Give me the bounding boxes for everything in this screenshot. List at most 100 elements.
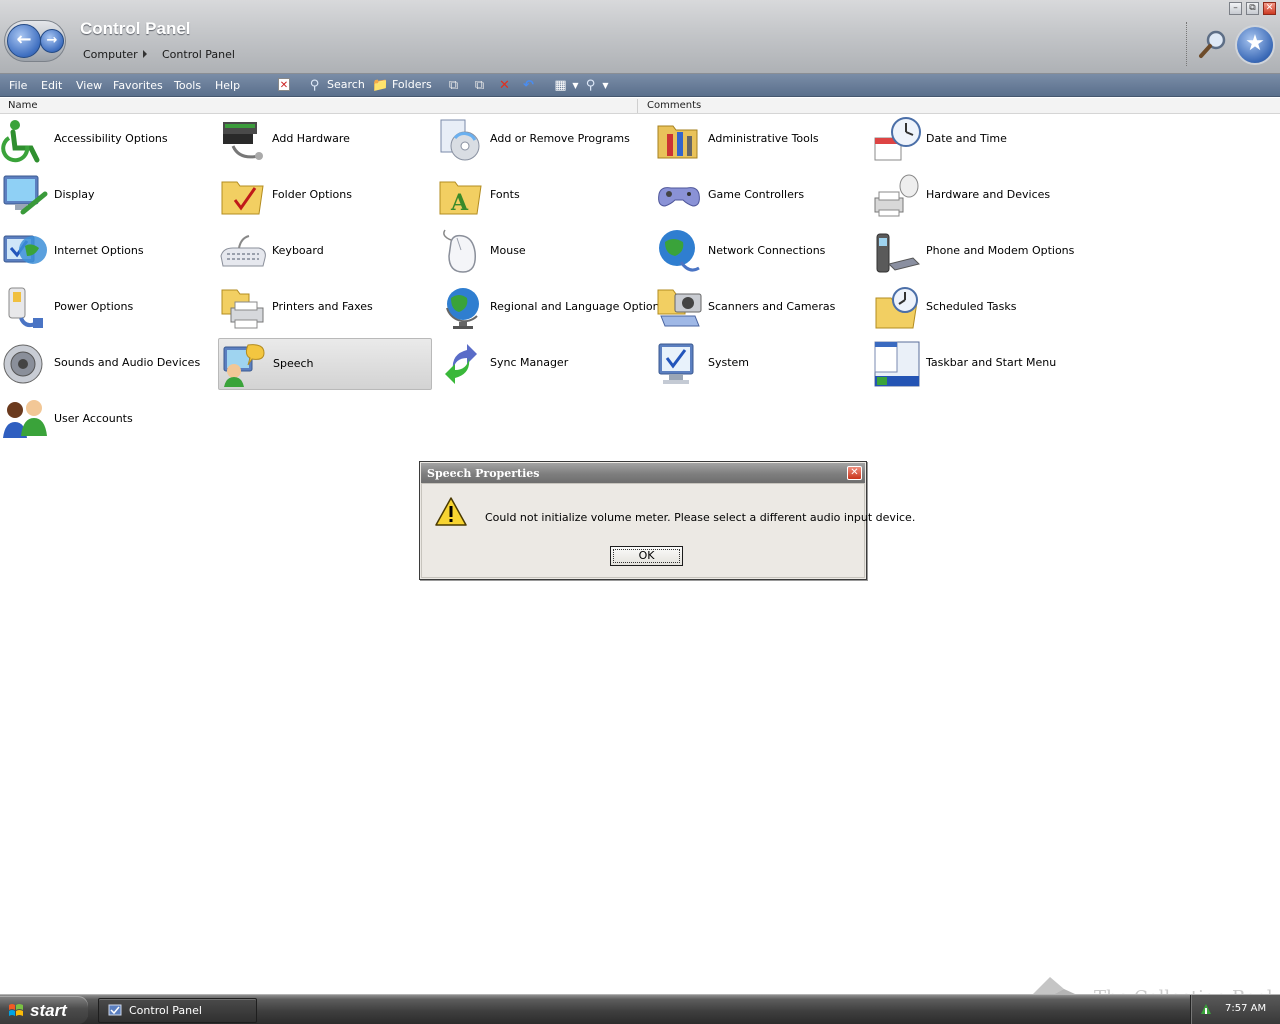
item-user-accounts[interactable]: User Accounts xyxy=(0,394,214,446)
tray-app-icon[interactable] xyxy=(1199,1002,1213,1016)
item-hardware-and-devices[interactable]: Hardware and Devices xyxy=(872,170,1086,222)
views-icon[interactable]: ▦ xyxy=(553,78,568,93)
control-panel-items: Accessibility Options Add Hardware Add o… xyxy=(0,114,1100,454)
item-fonts[interactable]: A Fonts xyxy=(436,170,650,222)
item-label: Regional and Language Options xyxy=(490,300,666,313)
item-network-connections[interactable]: Network Connections xyxy=(654,226,868,278)
menu-help[interactable]: Help xyxy=(215,79,240,92)
stop-icon[interactable]: ✕ xyxy=(278,78,290,91)
item-scanners-and-cameras[interactable]: Scanners and Cameras xyxy=(654,282,868,334)
column-name-header[interactable]: Name xyxy=(8,100,38,111)
scheduled-tasks-icon xyxy=(875,287,918,329)
favorites-star-icon[interactable]: ★ xyxy=(1235,25,1275,65)
breadcrumb-computer[interactable]: Computer xyxy=(83,48,138,61)
item-label: Sync Manager xyxy=(490,356,569,369)
item-system[interactable]: System xyxy=(654,338,868,390)
add-remove-programs-icon xyxy=(440,119,480,161)
item-internet-options[interactable]: Internet Options xyxy=(0,226,214,278)
item-phone-and-modem[interactable]: Phone and Modem Options xyxy=(872,226,1086,278)
internet-options-icon xyxy=(3,235,47,264)
menu-tools[interactable]: Tools xyxy=(174,79,201,92)
item-speech[interactable]: Speech xyxy=(218,338,432,390)
item-printers-and-faxes[interactable]: Printers and Faxes xyxy=(218,282,432,334)
item-label: Network Connections xyxy=(708,244,826,257)
dialog-close-button[interactable]: ✕ xyxy=(847,466,862,480)
item-label: Display xyxy=(54,188,95,201)
item-sounds-and-audio[interactable]: Sounds and Audio Devices xyxy=(0,338,214,390)
dialog-title: Speech Properties xyxy=(427,467,540,480)
item-mouse[interactable]: Mouse xyxy=(436,226,650,278)
views-dropdown-icon[interactable]: ▼ xyxy=(568,78,583,93)
restore-button[interactable]: ⧉ xyxy=(1246,2,1259,15)
item-add-hardware[interactable]: Add Hardware xyxy=(218,114,432,166)
item-label: Administrative Tools xyxy=(708,132,819,145)
column-comments-header[interactable]: Comments xyxy=(647,100,701,111)
item-date-and-time[interactable]: Date and Time xyxy=(872,114,1086,166)
game-controller-icon xyxy=(658,187,700,207)
menu-view[interactable]: View xyxy=(76,79,102,92)
undo-icon[interactable]: ↶ xyxy=(521,78,536,93)
accessibility-icon xyxy=(1,120,40,163)
item-taskbar-and-start-menu[interactable]: Taskbar and Start Menu xyxy=(872,338,1086,390)
breadcrumb-control-panel[interactable]: Control Panel xyxy=(162,48,235,61)
power-icon xyxy=(8,287,43,328)
header-divider xyxy=(1186,22,1187,66)
toolbar-folders-button[interactable]: Folders xyxy=(392,78,432,91)
item-game-controllers[interactable]: Game Controllers xyxy=(654,170,868,222)
keyboard-icon xyxy=(220,235,266,267)
item-label: Add or Remove Programs xyxy=(490,132,630,145)
item-label: Taskbar and Start Menu xyxy=(926,356,1057,369)
column-divider[interactable] xyxy=(637,99,638,113)
printer-icon xyxy=(221,289,264,329)
ok-button[interactable]: OK xyxy=(610,546,683,566)
item-label: Keyboard xyxy=(272,244,324,257)
folders-icon[interactable]: 📁 xyxy=(372,78,388,93)
minimize-button[interactable]: – xyxy=(1229,2,1242,15)
menu-bar: File Edit View Favorites Tools Help ✕ ⚲ … xyxy=(0,74,1280,97)
menu-file[interactable]: File xyxy=(9,79,27,92)
hardware-devices-icon xyxy=(874,174,919,217)
item-accessibility-options[interactable]: Accessibility Options xyxy=(0,114,214,166)
delete-icon[interactable]: ✕ xyxy=(497,78,512,93)
item-label: User Accounts xyxy=(54,412,133,425)
item-administrative-tools[interactable]: Administrative Tools xyxy=(654,114,868,166)
forward-button[interactable]: → xyxy=(40,29,64,53)
close-window-button[interactable]: ✕ xyxy=(1263,2,1276,15)
search-options-icon[interactable]: ⚲ xyxy=(583,78,598,93)
system-tray: 7:57 AM xyxy=(1190,995,1280,1024)
search-dropdown-icon[interactable]: ▼ xyxy=(598,78,613,93)
copy-to-icon[interactable]: ⧉ xyxy=(472,78,487,93)
phone-modem-icon xyxy=(876,233,920,273)
svg-text:A: A xyxy=(450,190,469,216)
item-folder-options[interactable]: Folder Options xyxy=(218,170,432,222)
date-time-icon xyxy=(874,117,921,161)
search-icon[interactable] xyxy=(1197,28,1229,60)
item-regional-and-language[interactable]: Regional and Language Options xyxy=(436,282,665,334)
start-button[interactable]: start xyxy=(0,996,88,1024)
item-power-options[interactable]: Power Options xyxy=(0,282,214,334)
item-label: Hardware and Devices xyxy=(926,188,1051,201)
item-keyboard[interactable]: Keyboard xyxy=(218,226,432,278)
taskbar-icon xyxy=(874,341,920,387)
item-label: Fonts xyxy=(490,188,520,201)
item-scheduled-tasks[interactable]: Scheduled Tasks xyxy=(872,282,1086,334)
taskbar-control-panel-button[interactable]: Control Panel xyxy=(98,998,257,1023)
item-display[interactable]: Display xyxy=(0,170,214,222)
dialog-titlebar[interactable]: Speech Properties ✕ xyxy=(421,463,865,483)
display-icon xyxy=(3,175,48,215)
navigation-buttons: ← → xyxy=(4,20,66,62)
item-sync-manager[interactable]: Sync Manager xyxy=(436,338,650,390)
back-button[interactable]: ← xyxy=(7,24,41,58)
breadcrumb-separator-icon xyxy=(143,50,147,58)
move-to-icon[interactable]: ⧉ xyxy=(446,78,461,93)
toolbar-search-button[interactable]: Search xyxy=(327,78,365,91)
menu-favorites[interactable]: Favorites xyxy=(113,79,163,92)
clock[interactable]: 7:57 AM xyxy=(1225,1003,1266,1014)
globe-icon xyxy=(446,288,479,329)
item-label: Printers and Faxes xyxy=(272,300,373,313)
item-add-remove-programs[interactable]: Add or Remove Programs xyxy=(436,114,650,166)
menu-edit[interactable]: Edit xyxy=(41,79,62,92)
item-label: Internet Options xyxy=(54,244,144,257)
dialog-message: Could not initialize volume meter. Pleas… xyxy=(485,511,916,524)
toolbar-search-icon[interactable]: ⚲ xyxy=(307,78,322,93)
